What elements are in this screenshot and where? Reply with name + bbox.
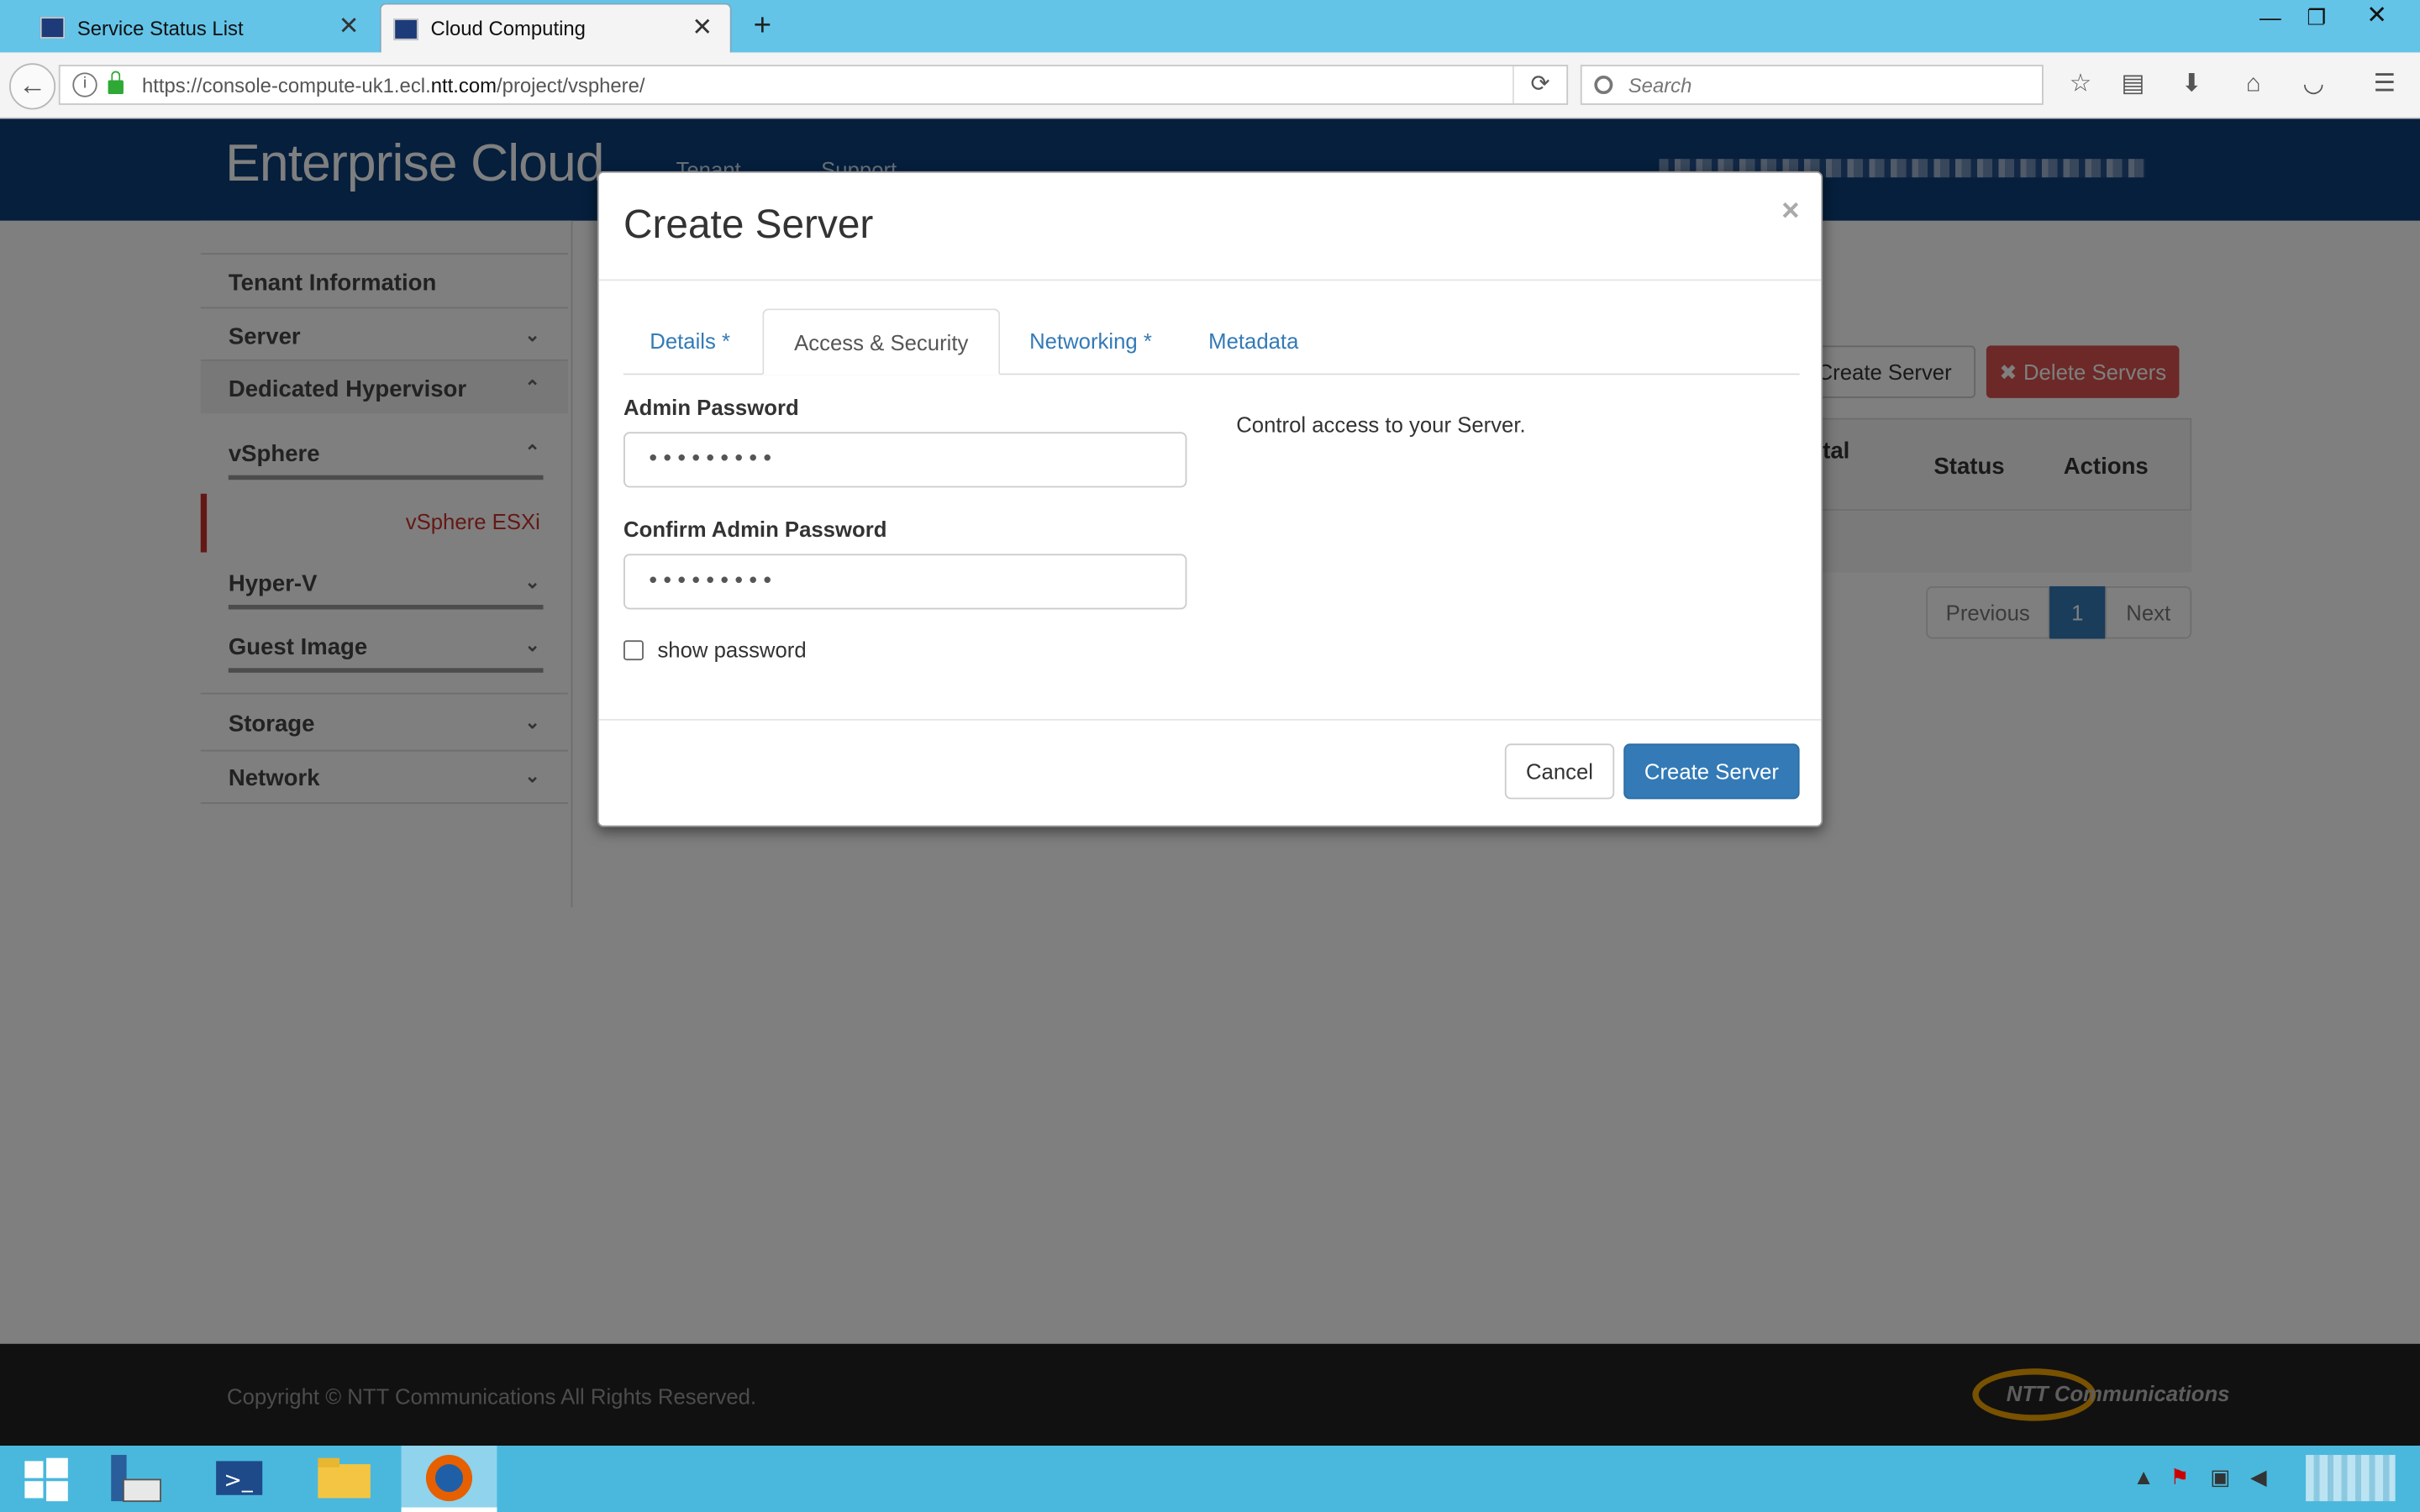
tab-title: Cloud Computing (430, 17, 586, 40)
cancel-button[interactable]: Cancel (1504, 743, 1615, 800)
close-tab-icon[interactable]: ✕ (336, 14, 360, 39)
tab-title: Service Status List (76, 16, 244, 39)
confirm-password-field[interactable]: ••••••••• (623, 554, 1187, 610)
browser-navbar: ← i https://console-compute-uk1.ecl.ntt.… (0, 52, 2420, 119)
info-icon[interactable]: i (72, 72, 97, 97)
tab-favicon-icon (39, 17, 66, 39)
tray-expand-icon[interactable]: ▲ (2133, 1464, 2154, 1488)
browser-titlebar: Service Status List ✕ Cloud Computing ✕ … (0, 0, 2420, 53)
search-placeholder: Search (1628, 73, 1692, 97)
action-center-icon[interactable]: ⚑ (2170, 1464, 2189, 1490)
minimize-button[interactable]: — (2247, 0, 2293, 34)
server-manager-icon[interactable] (96, 1446, 173, 1512)
firefox-icon[interactable] (401, 1446, 497, 1512)
home-icon[interactable]: ⌂ (2238, 71, 2269, 98)
confirm-password-label: Confirm Admin Password (623, 517, 887, 542)
svg-text:>_: >_ (224, 1468, 254, 1494)
os-taskbar: >_ ▲ ⚑ ▣ ◀ (0, 1446, 2420, 1512)
modal-title: Create Server (623, 200, 874, 247)
close-icon[interactable]: × (1781, 194, 1799, 229)
browser-search-input[interactable]: Search (1580, 65, 2044, 105)
tab-favicon-icon (393, 18, 418, 39)
divider (598, 279, 1822, 281)
tab-details[interactable]: Details * (650, 308, 730, 375)
help-text: Control access to your Server. (1236, 412, 1526, 437)
clock[interactable] (2306, 1455, 2396, 1502)
lock-icon (108, 71, 124, 95)
reload-icon[interactable]: ⟳ (1512, 66, 1566, 104)
file-explorer-icon[interactable] (306, 1446, 383, 1512)
download-icon[interactable]: ⬇ (2176, 71, 2207, 98)
new-tab-button[interactable]: + (747, 9, 778, 43)
volume-icon[interactable]: ◀ (2250, 1464, 2267, 1490)
windows-start-icon[interactable] (6, 1446, 83, 1512)
tab-metadata[interactable]: Metadata (1208, 308, 1298, 375)
create-server-modal: Create Server × Details * Access & Secur… (597, 171, 1823, 827)
show-password-checkbox[interactable] (623, 640, 644, 661)
window-close-button[interactable]: ✕ (2349, 0, 2405, 34)
tab-access-security[interactable]: Access & Security (762, 308, 1001, 375)
show-password-label[interactable]: show password (657, 638, 806, 662)
url-text[interactable]: https://console-compute-uk1.ecl.ntt.com/… (142, 73, 1512, 97)
admin-password-field[interactable]: ••••••••• (623, 432, 1187, 488)
restore-button[interactable]: ❐ (2293, 0, 2339, 34)
browser-tab-service-status[interactable]: Service Status List ✕ (28, 3, 376, 53)
browser-tab-cloud-computing[interactable]: Cloud Computing ✕ (379, 3, 732, 53)
url-bar[interactable]: i https://console-compute-uk1.ecl.ntt.co… (58, 65, 1569, 105)
search-icon (1594, 75, 1613, 95)
back-arrow-icon[interactable]: ← (9, 63, 56, 110)
menu-icon[interactable]: ☰ (2369, 71, 2400, 98)
pocket-icon[interactable]: ◡ (2298, 71, 2329, 98)
powershell-icon[interactable]: >_ (201, 1446, 278, 1512)
reading-list-icon[interactable]: ▤ (2118, 71, 2149, 98)
admin-password-label: Admin Password (623, 395, 799, 420)
close-tab-icon[interactable]: ✕ (690, 15, 714, 40)
network-icon[interactable]: ▣ (2210, 1464, 2230, 1490)
bookmark-star-icon[interactable]: ☆ (2065, 71, 2096, 98)
create-server-submit-button[interactable]: Create Server (1623, 743, 1800, 800)
divider (598, 718, 1822, 721)
tab-networking[interactable]: Networking * (1029, 308, 1152, 375)
